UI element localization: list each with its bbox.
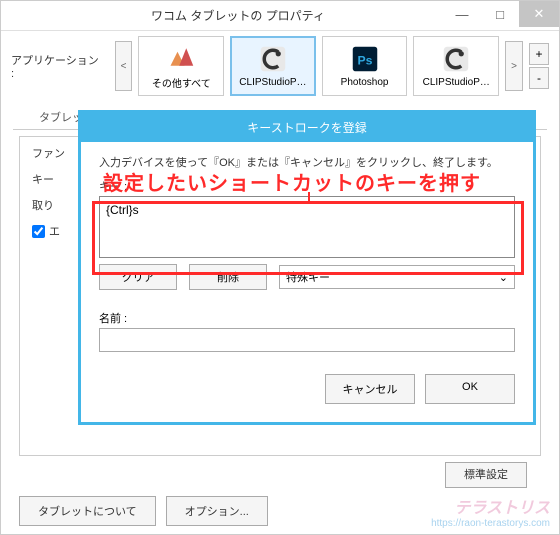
dialog-title: キーストロークを登録	[81, 113, 533, 142]
special-key-label: 特殊キー	[286, 269, 330, 285]
app-item-label: CLIPStudioP…	[423, 77, 490, 88]
svg-text:Ps: Ps	[357, 53, 372, 67]
chevron-down-icon: ⌄	[499, 271, 508, 284]
name-input[interactable]	[99, 328, 515, 352]
close-button[interactable]: ✕	[519, 1, 559, 27]
enable-checkbox[interactable]	[32, 225, 45, 238]
dialog-instruction: 入力デバイスを使って『OK』または『キャンセル』をクリックし、終了します。	[99, 154, 515, 170]
dialog-body: 入力デバイスを使って『OK』または『キャンセル』をクリックし、終了します。 キー…	[81, 142, 533, 422]
titlebar: ワコム タブレットの プロパティ — □ ✕	[1, 1, 559, 31]
delete-button[interactable]: 削除	[189, 264, 267, 290]
minimize-button[interactable]: —	[443, 1, 481, 27]
app-add-remove: + -	[529, 43, 549, 89]
checkbox-label: エ	[49, 223, 60, 239]
clear-button[interactable]: クリア	[99, 264, 177, 290]
options-button[interactable]: オプション...	[166, 496, 268, 526]
app-item-label: その他すべて	[152, 75, 211, 90]
app-item-clipstudio-1[interactable]: CLIPStudioP…	[230, 36, 316, 96]
photoshop-icon: Ps	[350, 44, 380, 74]
app-item-clipstudio-2[interactable]: CLIPStudioP…	[413, 36, 499, 96]
clipstudio-icon	[258, 44, 288, 74]
key-field-label: キー :	[99, 178, 515, 194]
remove-app-button[interactable]: -	[529, 67, 549, 89]
application-row: アプリケーション : < その他すべて CLIPStudioP… Ps Phot…	[1, 31, 559, 101]
bottom-buttons: タブレットについて オプション...	[1, 488, 559, 534]
app-item-label: Photoshop	[341, 77, 389, 88]
clipstudio-icon	[441, 44, 471, 74]
app-item-photoshop[interactable]: Ps Photoshop	[322, 36, 408, 96]
cancel-button[interactable]: キャンセル	[325, 374, 415, 404]
about-tablet-button[interactable]: タブレットについて	[19, 496, 156, 526]
app-item-label: CLIPStudioP…	[239, 77, 306, 88]
default-settings-button[interactable]: 標準設定	[445, 462, 527, 488]
window-buttons: — □ ✕	[443, 1, 559, 27]
ok-button[interactable]: OK	[425, 374, 515, 404]
add-app-button[interactable]: +	[529, 43, 549, 65]
app-nav-prev[interactable]: <	[115, 41, 133, 91]
key-input[interactable]: {Ctrl}s	[99, 196, 515, 258]
app-all-icon	[166, 42, 196, 72]
app-item-other[interactable]: その他すべて	[138, 36, 224, 96]
keystroke-dialog: キーストロークを登録 入力デバイスを使って『OK』または『キャンセル』をクリック…	[78, 110, 536, 425]
name-field-label: 名前 :	[99, 310, 515, 326]
window-title: ワコム タブレットの プロパティ	[151, 7, 325, 24]
special-key-dropdown[interactable]: 特殊キー ⌄	[279, 265, 515, 289]
application-label: アプリケーション :	[11, 52, 105, 80]
app-nav-next[interactable]: >	[505, 41, 523, 91]
maximize-button[interactable]: □	[481, 1, 519, 27]
